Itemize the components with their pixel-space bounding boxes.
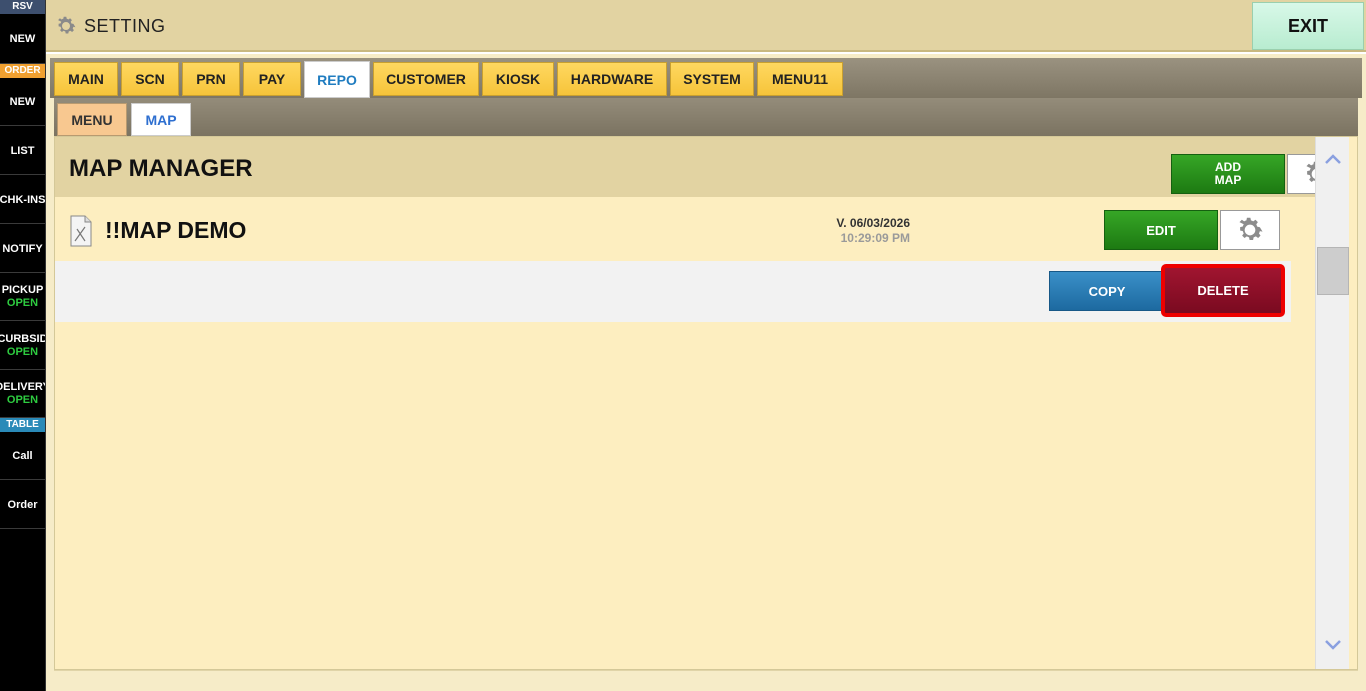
gear-icon [1239,217,1263,240]
tab-pay[interactable]: PAY [243,62,301,96]
call-button[interactable]: Call [0,432,45,480]
pickup-button[interactable]: PICKUP OPEN [0,273,45,321]
chk-ins-button[interactable]: CHK-INS [0,176,45,224]
add-map-label-line2: MAP [1214,173,1242,187]
tab-scn[interactable]: SCN [121,62,179,96]
document-icon [70,215,92,247]
order-new-button[interactable]: NEW [0,78,45,126]
tab-hardware[interactable]: HARDWARE [557,62,667,96]
vertical-scrollbar[interactable] [1315,137,1349,669]
table-order-button[interactable]: Order [0,481,45,529]
tab-main[interactable]: MAIN [54,62,118,96]
left-sidebar: RSV NEW ORDER NEW LIST CHK-INS NOTIFY PI… [0,0,46,691]
add-map-button[interactable]: ADD MAP [1171,154,1285,194]
tab-repo[interactable]: REPO [304,61,370,98]
tab-customer[interactable]: CUSTOMER [373,62,479,96]
bottom-bar [54,670,1358,691]
pickup-label: PICKUP [1,284,44,296]
notify-label: NOTIFY [2,242,43,255]
map-list-item[interactable]: !!MAP DEMO V. 06/03/2026 10:29:09 PM EDI… [55,197,1315,261]
notify-button[interactable]: NOTIFY [0,225,45,273]
curbside-button[interactable]: CURBSID OPEN [0,322,45,370]
subtab-map[interactable]: MAP [131,103,191,136]
panel-title: MAP MANAGER [69,155,253,182]
app-root: RSV NEW ORDER NEW LIST CHK-INS NOTIFY PI… [0,0,1366,691]
subtab-menu[interactable]: MENU [57,103,127,136]
rsv-new-button[interactable]: NEW [0,14,45,64]
top-header: SETTING EXIT [46,0,1366,52]
map-settings-button[interactable] [1220,210,1280,250]
map-version-info: V. 06/03/2026 10:29:09 PM [755,216,910,246]
tab-prn[interactable]: PRN [182,62,240,96]
chevron-down-icon[interactable] [1323,635,1343,655]
tab-system[interactable]: SYSTEM [670,62,754,96]
order-new-label: NEW [9,95,36,108]
map-name: !!MAP DEMO [105,217,247,243]
map-version: V. 06/03/2026 [836,216,910,230]
panel-header: MAP MANAGER ADD MAP [55,137,1347,197]
gear-icon [58,16,76,34]
order-header: ORDER [0,64,45,78]
list-button[interactable]: LIST [0,127,45,175]
edit-button[interactable]: EDIT [1104,210,1218,250]
list-label: LIST [10,144,35,157]
chevron-up-icon[interactable] [1323,149,1343,169]
table-header: TABLE [0,418,45,432]
map-manager-panel: MAP MANAGER ADD MAP !!MAP DEMO V. 06/03/… [54,136,1358,670]
tab-kiosk[interactable]: KIOSK [482,62,554,96]
call-label: Call [12,449,33,462]
table-order-label: Order [7,498,38,511]
tab-menu11[interactable]: MENU11 [757,62,843,96]
delivery-button[interactable]: DELIVERY OPEN [0,370,45,418]
delivery-status: OPEN [6,394,39,406]
main-area: MAIN SCN PRN PAY REPO CUSTOMER KIOSK HAR… [46,54,1366,691]
main-tabbar: MAIN SCN PRN PAY REPO CUSTOMER KIOSK HAR… [50,58,1362,98]
page-title: SETTING [84,16,166,36]
map-time: 10:29:09 PM [840,231,910,245]
scrollbar-thumb[interactable] [1317,247,1349,295]
map-item-actions: COPY DELETE [55,261,1291,322]
chk-ins-label: CHK-INS [0,193,45,206]
sub-tabbar: MENU MAP [54,98,1358,136]
curbside-label: CURBSID [0,333,45,345]
exit-button[interactable]: EXIT [1252,2,1364,50]
pickup-status: OPEN [6,297,39,309]
rsv-new-label: NEW [9,32,36,45]
delete-button[interactable]: DELETE [1161,264,1285,317]
rsv-header: RSV [0,0,45,14]
curbside-status: OPEN [6,346,39,358]
delivery-label: DELIVERY [0,381,45,393]
copy-button[interactable]: COPY [1049,271,1165,311]
